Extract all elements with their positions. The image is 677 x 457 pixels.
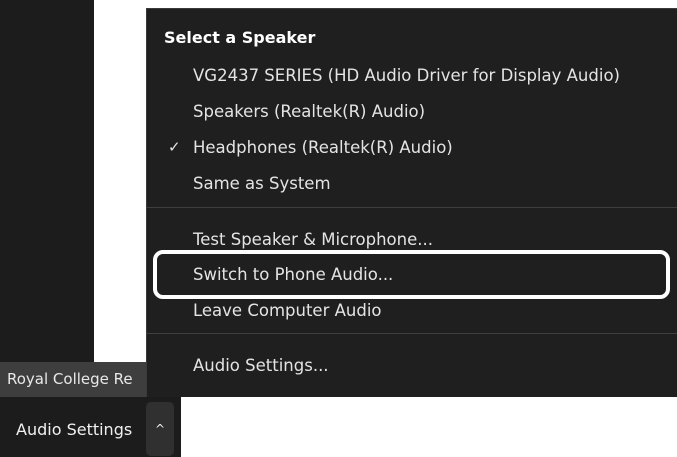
speaker-option-headphones[interactable]: Headphones (Realtek(R) Audio) xyxy=(193,138,453,157)
speaker-option-same-as-system[interactable]: Same as System xyxy=(193,174,331,193)
menu-divider xyxy=(147,207,677,208)
speaker-option-speakers[interactable]: Speakers (Realtek(R) Audio) xyxy=(193,102,425,121)
chevron-up-icon[interactable]: ^ xyxy=(146,402,174,456)
checkmark-icon: ✓ xyxy=(168,138,181,156)
audio-settings-button[interactable]: Audio Settings xyxy=(16,420,132,439)
video-area xyxy=(0,0,94,397)
speaker-menu: Select a Speaker VG2437 SERIES (HD Audio… xyxy=(146,8,677,397)
audio-settings-item[interactable]: Audio Settings... xyxy=(193,356,329,375)
meeting-toolbar: Audio Settings ^ xyxy=(0,397,181,457)
menu-heading: Select a Speaker xyxy=(164,28,316,47)
highlight-box xyxy=(153,250,670,299)
test-speaker-mic-item[interactable]: Test Speaker & Microphone... xyxy=(193,230,433,249)
menu-divider xyxy=(147,333,677,334)
speaker-option-vg2437[interactable]: VG2437 SERIES (HD Audio Driver for Displ… xyxy=(193,66,620,85)
leave-computer-audio-item[interactable]: Leave Computer Audio xyxy=(193,301,382,320)
participant-name-label: Royal College Re xyxy=(0,362,146,397)
video-strip xyxy=(94,0,146,362)
